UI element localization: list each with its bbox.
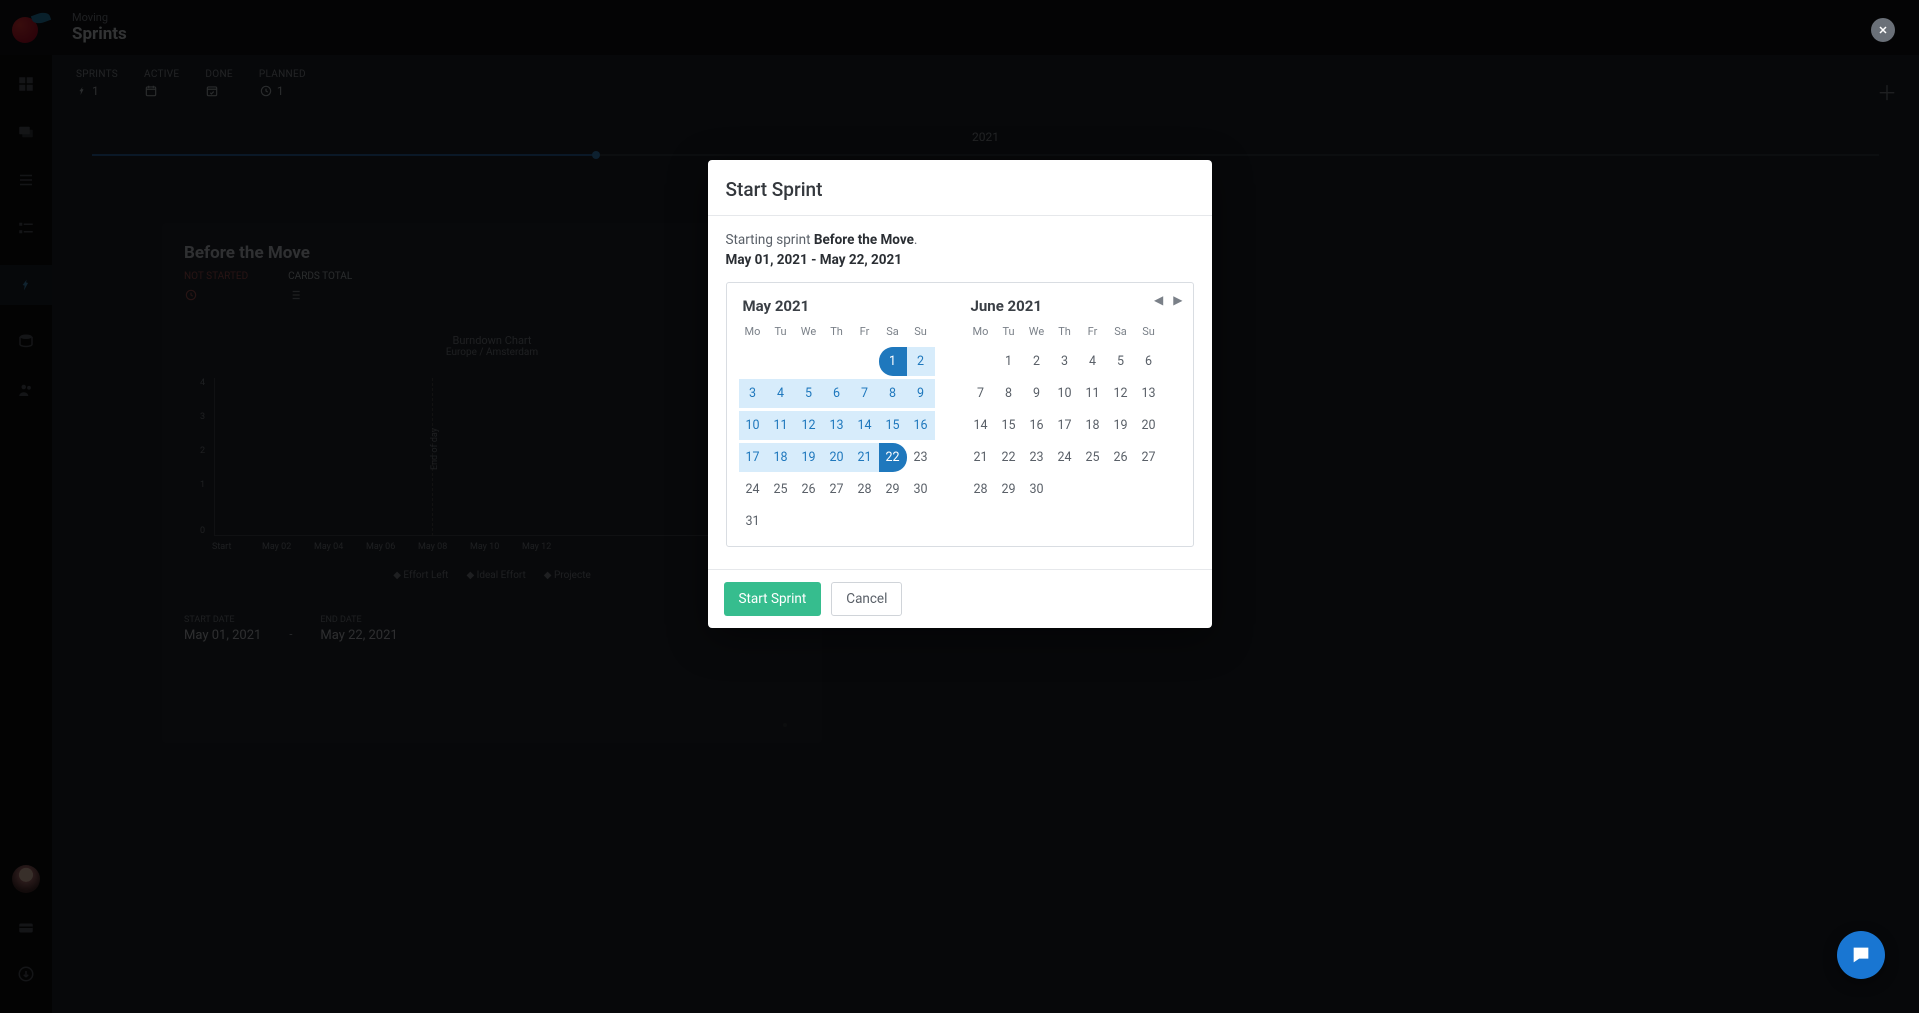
- calendar-day[interactable]: 26: [795, 475, 823, 504]
- calendar-day[interactable]: 31: [739, 507, 767, 536]
- chat-widget[interactable]: [1837, 931, 1885, 979]
- modal-title: Start Sprint: [726, 178, 1194, 201]
- calendar-day[interactable]: 1: [995, 347, 1023, 376]
- calendar-day[interactable]: 26: [1107, 443, 1135, 472]
- calendar-day[interactable]: 5: [795, 379, 823, 408]
- calendar-day[interactable]: 30: [907, 475, 935, 504]
- calendar-day[interactable]: 10: [739, 411, 767, 440]
- calendar-dow: Fr: [851, 325, 879, 347]
- calendar-day[interactable]: 7: [851, 379, 879, 408]
- calendar-day[interactable]: 24: [739, 475, 767, 504]
- calendar-day[interactable]: 14: [967, 411, 995, 440]
- calendar-day[interactable]: 8: [995, 379, 1023, 408]
- calendar-day[interactable]: 17: [1051, 411, 1079, 440]
- calendar-day[interactable]: 13: [823, 411, 851, 440]
- calendar-day[interactable]: 29: [995, 475, 1023, 504]
- calendar-day[interactable]: 2: [907, 347, 935, 376]
- calendar-day[interactable]: 6: [1135, 347, 1163, 376]
- calendar-day[interactable]: 11: [767, 411, 795, 440]
- calendar-day[interactable]: 12: [1107, 379, 1135, 408]
- calendar-dow: Sa: [1107, 325, 1135, 347]
- calendar-day[interactable]: 2: [1023, 347, 1051, 376]
- calendar-day[interactable]: 12: [795, 411, 823, 440]
- close-button[interactable]: [1871, 18, 1895, 42]
- calendar-day[interactable]: 22: [879, 443, 907, 472]
- calendar-day[interactable]: 4: [767, 379, 795, 408]
- calendar-day[interactable]: 13: [1135, 379, 1163, 408]
- calendar-day[interactable]: 9: [1023, 379, 1051, 408]
- calendar-day[interactable]: 15: [995, 411, 1023, 440]
- calendar-day[interactable]: 18: [1079, 411, 1107, 440]
- calendar-day[interactable]: 9: [907, 379, 935, 408]
- calendar-day[interactable]: 20: [1135, 411, 1163, 440]
- calendar-day[interactable]: 1: [879, 347, 907, 376]
- calendar-day[interactable]: 23: [907, 443, 935, 472]
- calendar-day[interactable]: 19: [1107, 411, 1135, 440]
- calendar-dow: Su: [1135, 325, 1163, 347]
- calendar-day[interactable]: 28: [851, 475, 879, 504]
- calendar-day[interactable]: 29: [879, 475, 907, 504]
- calendar-day[interactable]: 30: [1023, 475, 1051, 504]
- calendar-day[interactable]: 19: [795, 443, 823, 472]
- start-sprint-button[interactable]: Start Sprint: [724, 582, 822, 616]
- modal-lead: Starting sprint Before the Move.: [726, 232, 1194, 248]
- calendar-dow: Su: [907, 325, 935, 347]
- date-range-picker: ◀ ▶ May 2021 MoTuWeThFrSaSu 123456789101…: [726, 282, 1194, 547]
- close-icon: [1877, 24, 1889, 36]
- modal-header: Start Sprint: [708, 160, 1212, 216]
- modal-range: May 01, 2021 - May 22, 2021: [726, 252, 1194, 268]
- calendar-day[interactable]: 11: [1079, 379, 1107, 408]
- calendar-dow: We: [1023, 325, 1051, 347]
- calendar-day[interactable]: 14: [851, 411, 879, 440]
- chat-icon: [1850, 944, 1872, 966]
- start-sprint-modal: Start Sprint Starting sprint Before the …: [708, 160, 1212, 628]
- prev-month-button[interactable]: ◀: [1154, 293, 1163, 307]
- calendar-dow: Sa: [879, 325, 907, 347]
- calendar-day[interactable]: 27: [1135, 443, 1163, 472]
- calendar-dow: Th: [823, 325, 851, 347]
- calendar-dow: Tu: [767, 325, 795, 347]
- calendar-day[interactable]: 16: [907, 411, 935, 440]
- calendar-day[interactable]: 16: [1023, 411, 1051, 440]
- modal-footer: Start Sprint Cancel: [708, 569, 1212, 628]
- calendar-day[interactable]: 18: [767, 443, 795, 472]
- calendar-left-title: May 2021: [735, 295, 957, 325]
- next-month-button[interactable]: ▶: [1173, 293, 1182, 307]
- calendar-day[interactable]: 7: [967, 379, 995, 408]
- calendar-dow: Mo: [967, 325, 995, 347]
- calendar-right-title: June 2021: [963, 295, 1185, 325]
- calendar-day[interactable]: 25: [1079, 443, 1107, 472]
- calendar-dow: Mo: [739, 325, 767, 347]
- calendar-day[interactable]: 6: [823, 379, 851, 408]
- calendar-day[interactable]: 24: [1051, 443, 1079, 472]
- calendar-dow: We: [795, 325, 823, 347]
- calendar-day[interactable]: 10: [1051, 379, 1079, 408]
- calendar-day[interactable]: 17: [739, 443, 767, 472]
- calendar-day[interactable]: 15: [879, 411, 907, 440]
- calendar-day[interactable]: 4: [1079, 347, 1107, 376]
- calendar-dow: Fr: [1079, 325, 1107, 347]
- calendar-day[interactable]: 28: [967, 475, 995, 504]
- calendar-dow: Th: [1051, 325, 1079, 347]
- calendar-day[interactable]: 20: [823, 443, 851, 472]
- calendar-day[interactable]: 3: [1051, 347, 1079, 376]
- calendar-day[interactable]: 21: [851, 443, 879, 472]
- calendar-day[interactable]: 27: [823, 475, 851, 504]
- calendar-day[interactable]: 8: [879, 379, 907, 408]
- calendar-day[interactable]: 5: [1107, 347, 1135, 376]
- calendar-day[interactable]: 25: [767, 475, 795, 504]
- calendar-right: June 2021 MoTuWeThFrSaSu 123456789101112…: [963, 295, 1185, 536]
- calendar-day[interactable]: 22: [995, 443, 1023, 472]
- cancel-button[interactable]: Cancel: [831, 582, 902, 616]
- calendar-left: May 2021 MoTuWeThFrSaSu 1234567891011121…: [735, 295, 957, 536]
- calendar-day[interactable]: 23: [1023, 443, 1051, 472]
- calendar-day[interactable]: 21: [967, 443, 995, 472]
- calendar-day[interactable]: 3: [739, 379, 767, 408]
- calendar-dow: Tu: [995, 325, 1023, 347]
